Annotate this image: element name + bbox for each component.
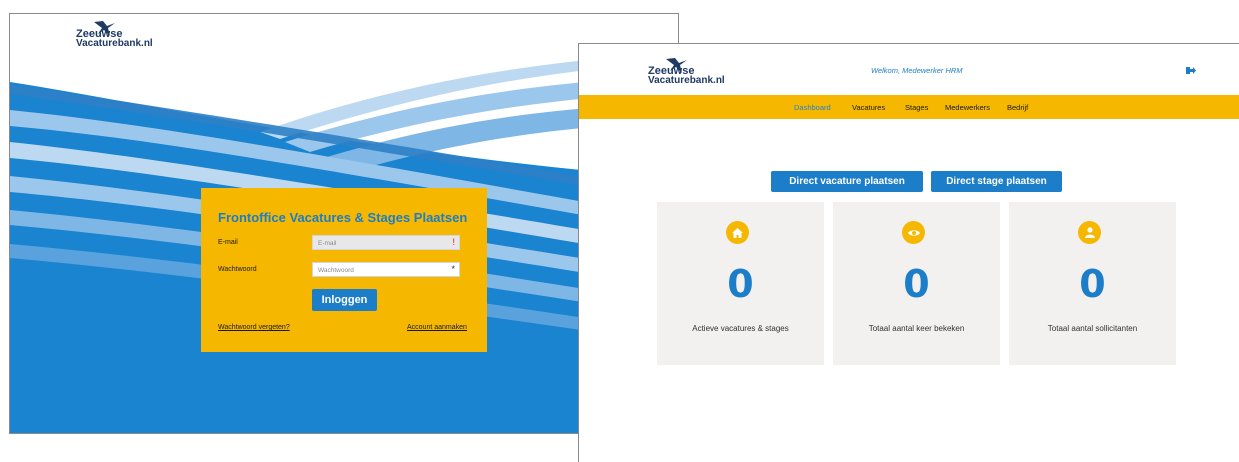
login-panel: Frontoffice Vacatures & Stages Plaatsen …: [201, 188, 487, 352]
required-icon: !: [452, 237, 455, 247]
main-nav: Dashboard Vacatures Stages Medewerkers B…: [579, 95, 1239, 119]
login-button[interactable]: Inloggen: [312, 289, 377, 311]
password-placeholder: Wachtwoord: [318, 267, 354, 274]
logo-text: Zeeuwse Vacaturebank.nl: [76, 29, 153, 49]
stat-card-views: 0 Totaal aantal keer bekeken: [833, 202, 1000, 365]
logout-icon[interactable]: [1186, 66, 1196, 75]
nav-item-bedrijf[interactable]: Bedrijf: [1007, 103, 1028, 112]
eye-icon: [902, 221, 925, 244]
stat-card-active: 0 Actieve vacatures & stages: [657, 202, 824, 365]
home-icon: [726, 221, 749, 244]
stat-caption: Actieve vacatures & stages: [692, 324, 789, 333]
create-account-link[interactable]: Account aanmaken: [407, 324, 467, 331]
login-title: Frontoffice Vacatures & Stages Plaatsen: [218, 210, 468, 225]
stat-caption: Totaal aantal keer bekeken: [868, 324, 965, 333]
nav-item-stages[interactable]: Stages: [905, 103, 928, 112]
post-internship-button[interactable]: Direct stage plaatsen: [931, 171, 1062, 192]
forgot-password-link[interactable]: Wachtwoord vergeten?: [218, 324, 290, 331]
dashboard-window: Zeeuwse Vacaturebank.nl Welkom, Medewerk…: [578, 43, 1239, 462]
email-placeholder: E-mail: [318, 240, 337, 247]
nav-item-dashboard[interactable]: Dashboard: [794, 103, 831, 112]
nav-item-medewerkers[interactable]: Medewerkers: [945, 103, 990, 112]
password-field[interactable]: Wachtwoord *: [312, 262, 460, 277]
required-star-icon: *: [451, 264, 455, 274]
password-label: Wachtwoord: [218, 266, 257, 273]
email-label: E-mail: [218, 239, 238, 246]
stat-value: 0: [903, 262, 930, 306]
welcome-text: Welkom, Medewerker HRM: [871, 66, 963, 75]
logo-line2: Vacaturebank.nl: [76, 38, 153, 49]
stat-value: 0: [1079, 262, 1106, 306]
logo-line2: Vacaturebank.nl: [648, 75, 725, 86]
stat-card-applicants: 0 Totaal aantal sollicitanten: [1009, 202, 1176, 365]
stat-value: 0: [727, 262, 754, 306]
post-vacancy-button[interactable]: Direct vacature plaatsen: [771, 171, 923, 192]
email-field[interactable]: E-mail !: [312, 235, 460, 250]
logo-text: Zeeuwse Vacaturebank.nl: [648, 66, 725, 86]
stat-caption: Totaal aantal sollicitanten: [1047, 324, 1138, 333]
nav-item-vacatures[interactable]: Vacatures: [852, 103, 885, 112]
user-icon: [1078, 221, 1101, 244]
